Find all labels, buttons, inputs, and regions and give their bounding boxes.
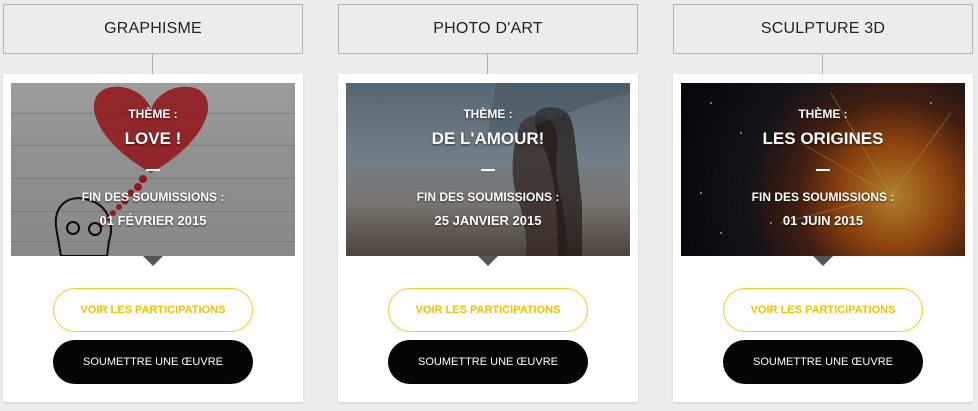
theme-label: THÈME :	[798, 107, 848, 121]
theme-value: LES ORIGINES	[762, 129, 884, 148]
deadline-value: 25 JANVIER 2015	[434, 213, 542, 228]
separator-dash	[816, 169, 830, 171]
contest-image[interactable]: THÈME : DE L'AMOUR! FIN DES SOUMISSIONS …	[346, 83, 630, 256]
contest-card: THÈME : LES ORIGINES FIN DES SOUMISSIONS…	[673, 74, 973, 402]
view-participations-button[interactable]: VOIR LES PARTICIPATIONS	[53, 288, 253, 332]
theme-label: THÈME :	[128, 107, 178, 121]
image-pointer-arrow	[478, 256, 498, 266]
connector-line	[822, 54, 823, 74]
deadline-label: FIN DES SOUMISSIONS :	[416, 190, 560, 204]
view-participations-button[interactable]: VOIR LES PARTICIPATIONS	[723, 288, 923, 332]
submit-artwork-button[interactable]: SOUMETTRE UNE ŒUVRE	[388, 340, 588, 384]
image-caption: THÈME : DE L'AMOUR! FIN DES SOUMISSIONS …	[346, 83, 630, 256]
view-participations-button[interactable]: VOIR LES PARTICIPATIONS	[388, 288, 588, 332]
separator-dash	[146, 169, 160, 171]
contest-image[interactable]: THÈME : LOVE ! FIN DES SOUMISSIONS : 01 …	[11, 83, 295, 256]
image-caption: THÈME : LES ORIGINES FIN DES SOUMISSIONS…	[681, 83, 965, 256]
deadline-value: 01 JUIN 2015	[782, 213, 864, 228]
contest-image[interactable]: THÈME : LES ORIGINES FIN DES SOUMISSIONS…	[681, 83, 965, 256]
image-pointer-arrow	[143, 256, 163, 266]
submit-artwork-button[interactable]: SOUMETTRE UNE ŒUVRE	[723, 340, 923, 384]
submit-artwork-button[interactable]: SOUMETTRE UNE ŒUVRE	[53, 340, 253, 384]
theme-label: THÈME :	[463, 107, 513, 121]
image-caption: THÈME : LOVE ! FIN DES SOUMISSIONS : 01 …	[11, 83, 295, 256]
category-header[interactable]: PHOTO D'ART	[338, 4, 638, 54]
category-header[interactable]: GRAPHISME	[3, 4, 303, 54]
category-column-photo-dart: PHOTO D'ART THÈME : DE L'AMOUR! FIN DES …	[338, 0, 638, 411]
category-column-graphisme: GRAPHISME THÈME: LOVE ! FIN DES SOUMISS…	[3, 0, 303, 411]
connector-line	[487, 54, 488, 74]
category-header[interactable]: SCULPTURE 3D	[673, 4, 973, 54]
deadline-label: FIN DES SOUMISSIONS :	[751, 190, 895, 204]
connector-line	[152, 54, 153, 74]
separator-dash	[481, 169, 495, 171]
image-pointer-arrow	[813, 256, 833, 266]
category-column-sculpture-3d: SCULPTURE 3D THÈME : LES ORIGINES FIN DE…	[673, 0, 973, 411]
deadline-value: 01 FÉVRIER 2015	[99, 213, 207, 228]
contest-card: THÈME : LOVE ! FIN DES SOUMISSIONS : 01 …	[3, 74, 303, 402]
theme-value: LOVE !	[124, 129, 182, 148]
theme-value: DE L'AMOUR!	[431, 129, 545, 148]
contest-card: THÈME : DE L'AMOUR! FIN DES SOUMISSIONS …	[338, 74, 638, 402]
deadline-label: FIN DES SOUMISSIONS :	[81, 190, 225, 204]
